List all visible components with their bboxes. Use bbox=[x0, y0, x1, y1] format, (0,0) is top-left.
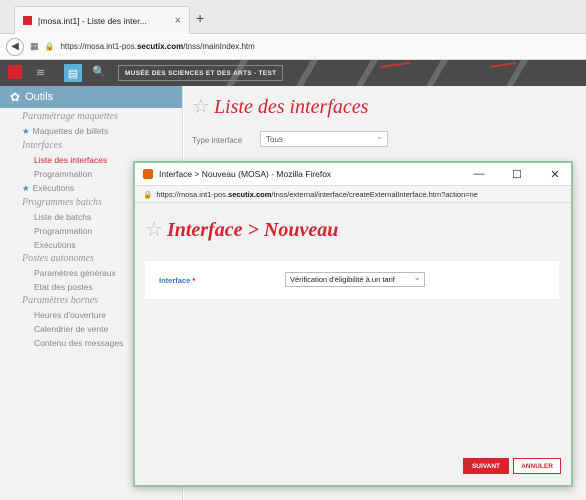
organization-selector[interactable]: MUSÉE DES SCIENCES ET DES ARTS - TEST bbox=[118, 65, 284, 81]
minimize-button[interactable]: — bbox=[463, 168, 495, 180]
sidebar-item[interactable]: ★ Maquettes de billets bbox=[0, 122, 182, 137]
decor-stripe bbox=[415, 60, 451, 86]
popup-title: Interface > Nouveau (MOSA) - Mozilla Fir… bbox=[159, 169, 332, 179]
maximize-button[interactable]: ☐ bbox=[501, 168, 533, 181]
sidebar-header[interactable]: ✿ Outils bbox=[0, 86, 182, 108]
form-panel: Interface * Vérification d'éligibilité à… bbox=[145, 261, 559, 299]
page-title: ☆ Liste des interfaces bbox=[192, 96, 369, 118]
cancel-button[interactable]: ANNULER bbox=[513, 458, 561, 474]
decor-red-stripe bbox=[380, 61, 410, 69]
app-header: ≋ ▤ 🔍 MUSÉE DES SCIENCES ET DES ARTS - T… bbox=[0, 60, 586, 86]
close-tab-icon[interactable]: × bbox=[175, 15, 181, 27]
sidebar-item-label: Maquettes de billets bbox=[32, 126, 109, 136]
favorite-star-icon: ★ bbox=[22, 183, 30, 193]
site-info-icon[interactable]: ▦ bbox=[30, 41, 39, 52]
favorite-star-icon[interactable]: ☆ bbox=[145, 219, 163, 241]
favorite-star-icon: ★ bbox=[22, 126, 30, 136]
type-interface-label: Type interface bbox=[192, 136, 243, 145]
popup-url: https://mosa.int1-pos.secutix.com/tnss/e… bbox=[156, 189, 478, 199]
popup-body: ☆ Interface > Nouveau Interface * Vérific… bbox=[135, 203, 571, 485]
tab-title: [mosa.int1] - Liste des inter... bbox=[38, 15, 147, 26]
firefox-icon bbox=[143, 169, 153, 179]
sidebar-header-label: Outils bbox=[25, 91, 54, 103]
app-logo[interactable] bbox=[8, 65, 22, 79]
close-window-button[interactable]: ✕ bbox=[539, 168, 571, 181]
home-icon[interactable]: ≋ bbox=[36, 66, 45, 79]
lock-icon: 🔒 bbox=[44, 42, 55, 51]
decor-red-stripe bbox=[489, 62, 517, 68]
popup-window: Interface > Nouveau (MOSA) - Mozilla Fir… bbox=[133, 161, 573, 487]
browser-tab[interactable]: [mosa.int1] - Liste des inter... × bbox=[14, 6, 190, 34]
interface-field-label: Interface * bbox=[159, 276, 196, 285]
next-button[interactable]: SUIVANT bbox=[463, 458, 509, 474]
popup-heading: ☆ Interface > Nouveau bbox=[145, 219, 339, 241]
browser-nav-bar: ◀ ▦ 🔒 https://mosa.int1-pos.secutix.com/… bbox=[0, 34, 586, 60]
gear-icon: ✿ bbox=[10, 90, 21, 104]
new-tab-button[interactable]: + bbox=[196, 10, 204, 26]
search-icon[interactable]: 🔍 bbox=[92, 65, 106, 78]
sidebar-group-heading: Interfaces bbox=[22, 140, 62, 151]
favicon-icon bbox=[23, 16, 32, 25]
sidebar-item-label: Exécutions bbox=[32, 183, 75, 193]
interface-select[interactable]: Vérification d'éligibilité à un tarif bbox=[285, 272, 425, 287]
popup-url-bar[interactable]: 🔒 https://mosa.int1-pos.secutix.com/tnss… bbox=[135, 185, 571, 203]
menu-icon[interactable]: ▤ bbox=[64, 64, 82, 82]
sidebar-group-heading: Paramétrage maquettes bbox=[22, 111, 118, 122]
popup-titlebar: Interface > Nouveau (MOSA) - Mozilla Fir… bbox=[135, 163, 571, 185]
decor-stripe bbox=[345, 60, 381, 86]
decor-stripe bbox=[285, 60, 321, 86]
url-bar[interactable]: https://mosa.int1-pos.secutix.com/tnss/m… bbox=[60, 42, 254, 51]
lock-icon: 🔒 bbox=[143, 189, 153, 199]
browser-tab-bar: [mosa.int1] - Liste des inter... × + bbox=[0, 0, 586, 34]
favorite-star-icon[interactable]: ☆ bbox=[192, 96, 210, 118]
back-button[interactable]: ◀ bbox=[6, 37, 24, 56]
type-interface-select[interactable]: Tous bbox=[260, 131, 388, 147]
